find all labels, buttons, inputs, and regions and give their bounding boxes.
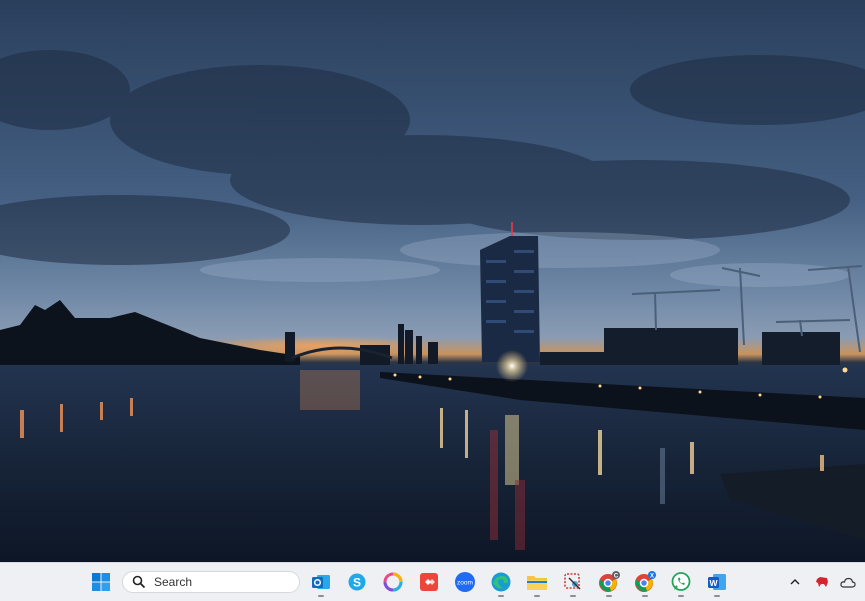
zoom-app-button[interactable]: zoom xyxy=(453,570,477,594)
chevron-up-icon xyxy=(790,579,800,585)
start-button[interactable] xyxy=(89,570,113,594)
svg-text:zoom: zoom xyxy=(457,580,473,587)
anydesk-app-button[interactable] xyxy=(417,570,441,594)
photos-app-button[interactable] xyxy=(381,570,405,594)
search-label: Search xyxy=(154,575,193,589)
edge-running-indicator xyxy=(498,595,504,597)
taskbar: Search S zoom C X W xyxy=(0,562,865,601)
snipping-tool-running-indicator xyxy=(570,595,576,597)
edge-icon xyxy=(491,572,511,592)
folder-icon xyxy=(527,576,547,590)
chrome-app-button-2[interactable]: X xyxy=(633,570,657,594)
tray-app-icon[interactable] xyxy=(812,573,832,591)
zoom-icon: zoom xyxy=(455,572,475,592)
edge-app-button[interactable] xyxy=(489,570,513,594)
snipping-tool-app-button[interactable] xyxy=(561,570,585,594)
desktop-wallpaper xyxy=(0,0,865,562)
snipping-tool-icon xyxy=(564,573,581,590)
word-running-indicator xyxy=(714,595,720,597)
taskbar-search-box[interactable]: Search xyxy=(122,571,300,593)
anydesk-icon xyxy=(420,573,438,591)
word-app-button[interactable]: W xyxy=(705,570,729,594)
chrome-profile-badge-x: X xyxy=(650,574,654,580)
chrome-profile-badge-c: C xyxy=(614,574,619,580)
outlook-icon xyxy=(312,575,330,589)
whatsapp-app-button[interactable] xyxy=(669,570,693,594)
word-letter: W xyxy=(709,578,718,588)
whatsapp-icon xyxy=(671,572,691,591)
whatsapp-running-indicator xyxy=(678,595,684,597)
svg-text:S: S xyxy=(353,576,361,590)
skype-icon: S xyxy=(348,573,366,591)
chrome-icon: C xyxy=(599,571,620,592)
photos-icon xyxy=(383,572,403,592)
wallpaper-image xyxy=(0,0,865,562)
chrome-app-button-1[interactable]: C xyxy=(597,570,621,594)
chrome-2-running-indicator xyxy=(642,595,648,597)
outlook-running-indicator xyxy=(318,595,324,597)
red-animal-icon xyxy=(816,577,828,587)
onedrive-tray-button[interactable] xyxy=(838,573,858,591)
word-icon: W xyxy=(708,574,726,590)
search-icon xyxy=(132,575,146,589)
chrome-1-running-indicator xyxy=(606,595,612,597)
skype-app-button[interactable]: S xyxy=(345,570,369,594)
file-explorer-running-indicator xyxy=(534,595,540,597)
show-hidden-icons-button[interactable] xyxy=(787,573,803,591)
chrome-icon: X xyxy=(635,571,656,592)
file-explorer-app-button[interactable] xyxy=(525,570,549,594)
cloud-icon xyxy=(840,577,856,588)
windows-logo-icon xyxy=(92,573,110,591)
outlook-app-button[interactable] xyxy=(309,570,333,594)
